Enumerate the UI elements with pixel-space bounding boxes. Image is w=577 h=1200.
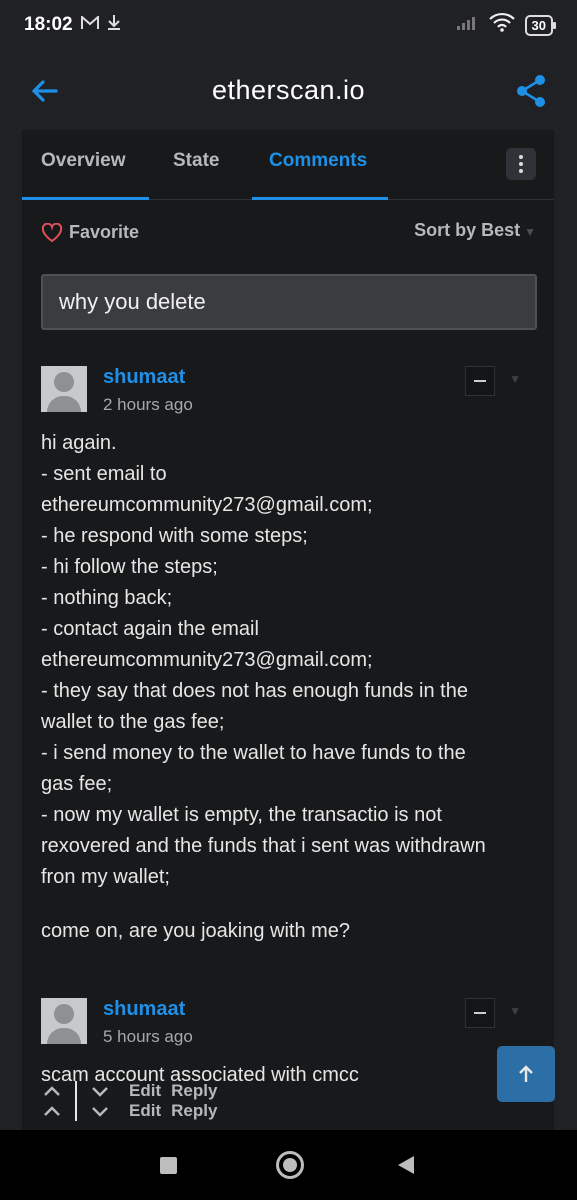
comment-line: fron my wallet; bbox=[41, 866, 170, 888]
comment-username[interactable]: shumaat bbox=[103, 998, 185, 1021]
comment-line: - sent email to bbox=[41, 463, 167, 485]
share-icon[interactable] bbox=[515, 74, 547, 108]
comment-line: - nothing back; bbox=[41, 587, 173, 609]
wifi-icon bbox=[488, 12, 515, 38]
upvote-icon[interactable] bbox=[41, 1100, 63, 1122]
comment-line: - they say that does not has enough fund… bbox=[41, 680, 468, 702]
heart-icon bbox=[41, 222, 63, 242]
signal-icon bbox=[456, 14, 479, 36]
sort-dropdown[interactable]: Sort by Best ▼ bbox=[414, 220, 536, 241]
comment-line: rexovered and the funds that i sent was … bbox=[41, 835, 486, 857]
chevron-down-icon[interactable]: ▼ bbox=[509, 1004, 521, 1018]
comment-username[interactable]: shumaat bbox=[103, 366, 185, 389]
downvote-icon[interactable] bbox=[89, 1100, 111, 1122]
comment-line: scam account associated with cmcc bbox=[41, 1064, 359, 1086]
collapse-button[interactable] bbox=[465, 998, 495, 1028]
system-nav-bar bbox=[0, 1130, 577, 1200]
comment-body: hi again. - sent email to ethereumcommun… bbox=[41, 428, 541, 947]
vote-divider bbox=[75, 1101, 77, 1121]
scroll-to-top-button[interactable] bbox=[497, 1046, 555, 1102]
comment-line: wallet to the gas fee; bbox=[41, 711, 225, 733]
status-time: 18:02 bbox=[24, 14, 73, 35]
comment-line: - contact again the email bbox=[41, 618, 259, 640]
avatar[interactable] bbox=[41, 366, 87, 412]
comment-timestamp: 5 hours ago bbox=[103, 1027, 193, 1046]
chevron-down-icon: ▼ bbox=[524, 225, 536, 239]
back-arrow-icon[interactable] bbox=[28, 74, 62, 108]
comment-line: - i send money to the wallet to have fun… bbox=[41, 742, 466, 764]
comment-line: come on, are you joaking with me? bbox=[41, 920, 351, 942]
battery-indicator: 30 bbox=[524, 14, 557, 36]
collapse-button[interactable] bbox=[465, 366, 495, 396]
tab-bar: Overview State Comments bbox=[22, 130, 554, 200]
favorite-label: Favorite bbox=[69, 222, 140, 242]
comment-line: - hi follow the steps; bbox=[41, 556, 218, 578]
comment-line: ethereumcommunity273@gmail.com; bbox=[41, 494, 373, 516]
status-bar: 18:02 30 bbox=[0, 0, 577, 50]
comment-line: hi again. bbox=[41, 432, 117, 454]
comments-toolbar: Favorite Sort by Best ▼ bbox=[22, 200, 554, 262]
back-button[interactable] bbox=[398, 1156, 414, 1174]
edit-link[interactable]: Edit bbox=[129, 1101, 161, 1121]
comment-actions: Edit Reply bbox=[41, 1100, 217, 1122]
comment-line: ethereumcommunity273@gmail.com; bbox=[41, 649, 373, 671]
recents-button[interactable] bbox=[160, 1157, 177, 1174]
avatar[interactable] bbox=[41, 998, 87, 1044]
content-card: Overview State Comments Favorite Sort by… bbox=[22, 130, 554, 1130]
comment-line: gas fee; bbox=[41, 773, 113, 795]
comment-body: scam account associated with cmcc bbox=[41, 1060, 541, 1091]
chevron-down-icon[interactable]: ▼ bbox=[509, 372, 521, 386]
comment-input[interactable]: why you delete bbox=[41, 274, 537, 330]
sort-label: Sort by Best bbox=[414, 220, 521, 240]
favorite-button[interactable]: Favorite bbox=[41, 222, 139, 243]
download-icon bbox=[107, 14, 121, 36]
arrow-up-icon bbox=[519, 1065, 533, 1082]
comment-line: - he respond with some steps; bbox=[41, 525, 308, 547]
more-options-button[interactable] bbox=[506, 148, 536, 180]
comment-timestamp: 2 hours ago bbox=[103, 395, 193, 414]
home-button[interactable] bbox=[276, 1151, 304, 1179]
page-title: etherscan.io bbox=[211, 74, 366, 105]
app-bar: etherscan.io bbox=[0, 50, 577, 130]
reply-link[interactable]: Reply bbox=[171, 1101, 217, 1121]
tab-overview[interactable]: Overview bbox=[41, 150, 126, 172]
tab-comments[interactable]: Comments bbox=[269, 150, 367, 172]
gmail-icon bbox=[80, 14, 99, 36]
comment-line: - now my wallet is empty, the transactio… bbox=[41, 804, 442, 826]
tab-state[interactable]: State bbox=[173, 150, 219, 172]
